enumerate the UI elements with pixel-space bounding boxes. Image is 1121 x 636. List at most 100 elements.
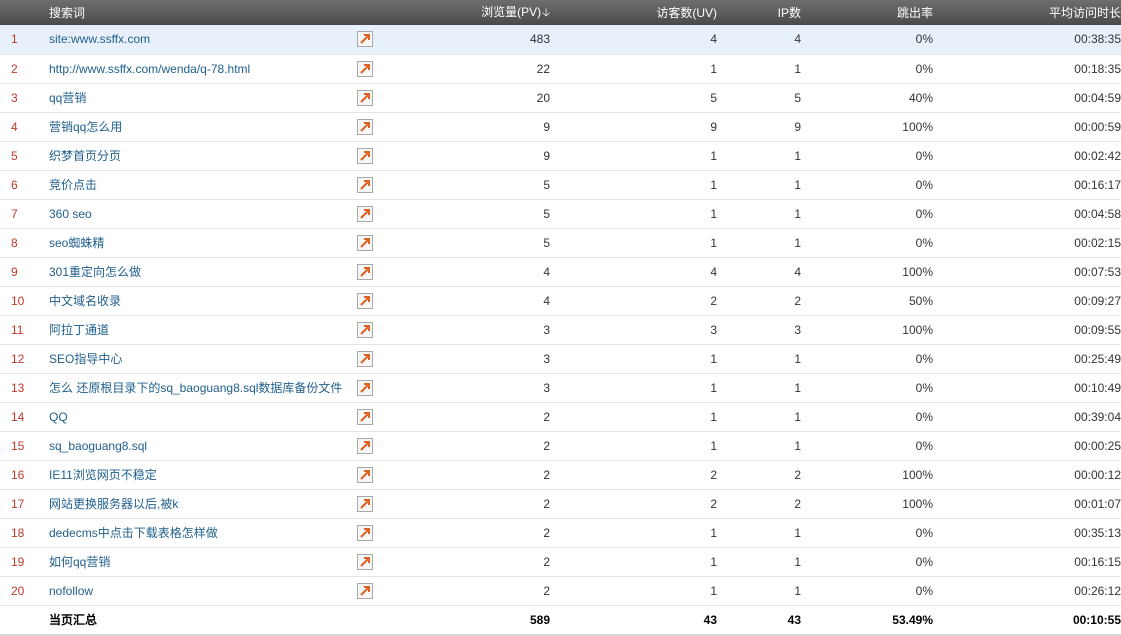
row-icon-cell [357, 344, 387, 374]
open-external-link-icon[interactable] [357, 263, 373, 280]
row-index: 15 [0, 431, 49, 461]
table-row[interactable]: 19 如何qq营销 2 1 1 0% 00:16:15 [0, 547, 1121, 577]
row-avg-time: 00:04:59 [933, 83, 1121, 113]
keyword-link[interactable]: 如何qq营销 [49, 555, 110, 569]
row-uv: 1 [550, 373, 717, 403]
table-row[interactable]: 5 织梦首页分页 9 1 1 0% 00:02:42 [0, 141, 1121, 171]
table-row[interactable]: 6 竞价点击 5 1 1 0% 00:16:17 [0, 170, 1121, 200]
row-keyword-cell: 怎么 还原根目录下的sq_baoguang8.sql数据库备份文件 [49, 373, 357, 403]
keyword-link[interactable]: 阿拉丁通道 [49, 323, 109, 337]
table-row[interactable]: 2 http://www.ssffx.com/wenda/q-78.html 22 1… [0, 54, 1121, 84]
header-avg-time[interactable]: 平均访问时长 [933, 0, 1121, 25]
row-ip: 1 [717, 170, 801, 200]
keyword-link[interactable]: QQ [49, 410, 68, 424]
table-row[interactable]: 14 QQ 2 1 1 0% 00:39:04 [0, 402, 1121, 432]
row-index: 7 [0, 199, 49, 229]
keyword-link[interactable]: dedecms中点击下载表格怎样做 [49, 526, 218, 540]
open-external-link-icon[interactable] [357, 466, 373, 483]
row-index: 3 [0, 83, 49, 113]
row-avg-time: 00:01:07 [933, 489, 1121, 519]
open-external-link-icon[interactable] [357, 553, 373, 570]
open-external-link-icon[interactable] [357, 60, 373, 77]
open-external-link-icon[interactable] [357, 379, 373, 396]
open-external-link-icon[interactable] [357, 234, 373, 251]
row-bounce: 100% [801, 489, 933, 519]
table-row[interactable]: 7 360 seo 5 1 1 0% 00:04:58 [0, 199, 1121, 229]
keyword-link[interactable]: 营销qq怎么用 [49, 120, 122, 134]
keyword-link[interactable]: http://www.ssffx.com/wenda/q-78.html [49, 62, 250, 76]
keyword-link[interactable]: IE11浏览网页不稳定 [49, 468, 157, 482]
table-row[interactable]: 20 nofollow 2 1 1 0% 00:26:12 [0, 576, 1121, 606]
keyword-link[interactable]: 360 seo [49, 207, 92, 221]
row-uv: 1 [550, 199, 717, 229]
row-avg-time: 00:16:17 [933, 170, 1121, 200]
table-row[interactable]: 9 301重定向怎么做 4 4 4 100% 00:07:53 [0, 257, 1121, 287]
row-icon-cell [357, 518, 387, 548]
keyword-link[interactable]: 织梦首页分页 [49, 149, 121, 163]
open-external-link-icon[interactable] [357, 350, 373, 367]
row-uv: 1 [550, 518, 717, 548]
header-ip[interactable]: IP数 [717, 0, 801, 25]
open-external-link-icon[interactable] [357, 89, 373, 106]
open-external-link-icon[interactable] [357, 321, 373, 338]
row-pv: 4 [387, 286, 550, 316]
row-keyword-cell: 营销qq怎么用 [49, 112, 357, 142]
row-keyword-cell: 竞价点击 [49, 170, 357, 200]
table-row[interactable]: 10 中文域名收录 4 2 2 50% 00:09:27 [0, 286, 1121, 316]
table-row[interactable]: 4 营销qq怎么用 9 9 9 100% 00:00:59 [0, 112, 1121, 142]
keyword-link[interactable]: site:www.ssffx.com [49, 32, 150, 46]
total-ip: 43 [717, 605, 801, 636]
open-external-link-icon[interactable] [357, 292, 373, 309]
total-index [0, 605, 49, 636]
table-row[interactable]: 11 阿拉丁通道 3 3 3 100% 00:09:55 [0, 315, 1121, 345]
header-uv[interactable]: 访客数(UV) [550, 0, 717, 25]
row-pv: 2 [387, 402, 550, 432]
keyword-link[interactable]: seo蜘蛛精 [49, 236, 104, 250]
open-external-link-icon[interactable] [357, 147, 373, 164]
row-keyword-cell: seo蜘蛛精 [49, 228, 357, 258]
row-keyword-cell: QQ [49, 402, 357, 432]
header-pv-label: 浏览量(PV) [481, 4, 542, 19]
open-external-link-icon[interactable] [357, 176, 373, 193]
header-pv[interactable]: 浏览量(PV)🡣 [387, 0, 550, 25]
row-icon-cell [357, 547, 387, 577]
open-external-link-icon[interactable] [357, 205, 373, 222]
row-bounce: 100% [801, 460, 933, 490]
header-keyword[interactable]: 搜索词 [49, 0, 357, 25]
table-row[interactable]: 18 dedecms中点击下载表格怎样做 2 1 1 0% 00:35:13 [0, 518, 1121, 548]
keyword-link[interactable]: 301重定向怎么做 [49, 265, 141, 279]
open-external-link-icon[interactable] [357, 118, 373, 135]
table-row[interactable]: 16 IE11浏览网页不稳定 2 2 2 100% 00:00:12 [0, 460, 1121, 490]
search-keyword-table: 搜索词 浏览量(PV)🡣 访客数(UV) IP数 跳出率 平均访问时长 1 sit… [0, 0, 1121, 636]
open-external-link-icon[interactable] [357, 437, 373, 454]
keyword-link[interactable]: 中文域名收录 [49, 294, 121, 308]
table-row[interactable]: 3 qq营销 20 5 5 40% 00:04:59 [0, 83, 1121, 113]
keyword-link[interactable]: SEO指导中心 [49, 352, 122, 366]
row-keyword-cell: 如何qq营销 [49, 547, 357, 577]
keyword-link[interactable]: 竞价点击 [49, 178, 97, 192]
total-avg-time: 00:10:55 [933, 605, 1121, 636]
row-index: 16 [0, 460, 49, 490]
open-external-link-icon[interactable] [357, 31, 373, 48]
row-pv: 5 [387, 170, 550, 200]
table-row[interactable]: 12 SEO指导中心 3 1 1 0% 00:25:49 [0, 344, 1121, 374]
keyword-link[interactable]: 网站更换服务器以后,被k [49, 497, 178, 511]
keyword-link[interactable]: qq营销 [49, 91, 86, 105]
table-row[interactable]: 17 网站更换服务器以后,被k 2 2 2 100% 00:01:07 [0, 489, 1121, 519]
header-bounce[interactable]: 跳出率 [801, 0, 933, 25]
keyword-link[interactable]: 怎么 还原根目录下的sq_baoguang8.sql数据库备份文件 [49, 381, 342, 395]
table-row[interactable]: 8 seo蜘蛛精 5 1 1 0% 00:02:15 [0, 228, 1121, 258]
row-keyword-cell: 阿拉丁通道 [49, 315, 357, 345]
open-external-link-icon[interactable] [357, 495, 373, 512]
table-row[interactable]: 13 怎么 还原根目录下的sq_baoguang8.sql数据库备份文件 3 1 1 0%… [0, 373, 1121, 403]
keyword-link[interactable]: nofollow [49, 584, 93, 598]
keyword-link[interactable]: sq_baoguang8.sql [49, 439, 147, 453]
row-keyword-cell: 网站更换服务器以后,被k [49, 489, 357, 519]
row-avg-time: 00:09:55 [933, 315, 1121, 345]
table-row[interactable]: 1 site:www.ssffx.com 483 4 4 0% 00:38:35 [0, 25, 1121, 55]
row-uv: 1 [550, 228, 717, 258]
open-external-link-icon[interactable] [357, 582, 373, 599]
open-external-link-icon[interactable] [357, 524, 373, 541]
open-external-link-icon[interactable] [357, 408, 373, 425]
table-row[interactable]: 15 sq_baoguang8.sql 2 1 1 0% 00:00:25 [0, 431, 1121, 461]
